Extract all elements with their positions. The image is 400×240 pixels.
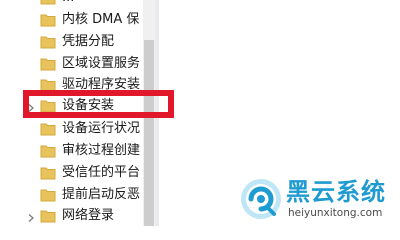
tree-item-device-health[interactable]: 设备运行状况 (0, 119, 155, 143)
chevron-right-icon[interactable] (26, 213, 36, 223)
tree-item-label: ... (62, 0, 74, 7)
tree-item-audit-process-creation[interactable]: 审核过程创建 (0, 141, 155, 165)
watermark: 黑云系统 heiyunxitong.com (240, 176, 395, 222)
folder-icon (40, 123, 56, 136)
tree-item-credentials-delegation[interactable]: 凭据分配 (0, 32, 155, 56)
folder-icon (40, 14, 56, 27)
watermark-logo (241, 179, 281, 219)
folder-icon (40, 167, 56, 180)
tree-item-label: 提前启动反恶 (62, 187, 141, 202)
tree-item-label: 区域设置服务 (62, 56, 141, 71)
folder-icon (40, 189, 56, 202)
folder-icon (40, 36, 56, 49)
tree-item-label: 审核过程创建 (62, 143, 141, 158)
folder-icon (40, 145, 56, 158)
tree-item-label: 设备运行状况 (62, 121, 141, 136)
watermark-url: heiyunxitong.com (288, 207, 383, 219)
highlight-annotation (23, 90, 174, 118)
tree-item-kernel-dma[interactable]: 内核 DMA 保 (0, 10, 155, 34)
folder-icon (40, 58, 56, 71)
tree-item-net-logon[interactable]: 网络登录 (0, 206, 155, 226)
tree-item-label: 凭据分配 (62, 34, 115, 49)
scrollbar-thumb[interactable] (144, 40, 154, 226)
tree-item-label: 受信任的平台 (62, 165, 141, 180)
folder-icon (40, 0, 56, 5)
tree-item-trusted-platform[interactable]: 受信任的平台 (0, 163, 155, 187)
folder-icon (40, 210, 56, 223)
watermark-title: 黑云系统 (286, 178, 386, 206)
tree-item-label: 内核 DMA 保 (62, 12, 140, 27)
tree-item-label: 网络登录 (62, 208, 115, 223)
